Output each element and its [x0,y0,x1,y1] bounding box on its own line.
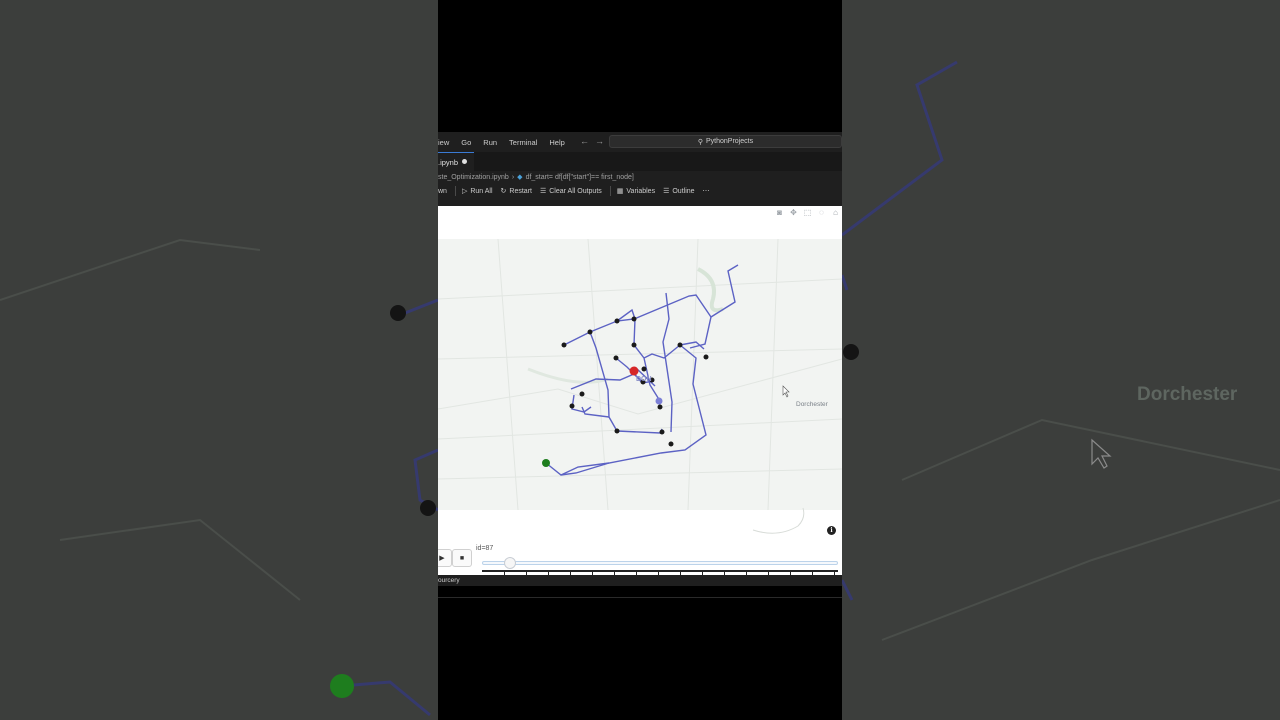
variables-icon: ▦ [616,188,624,195]
menu-item-terminal[interactable]: Terminal [509,138,537,147]
basemap-river [527,367,609,384]
bg-node-marker [420,500,436,516]
run-all-button[interactable]: ▷ Run All [461,187,493,196]
background-left-panel [0,0,438,720]
node-marker[interactable] [587,329,593,335]
more-actions-button[interactable]: ⋯ [703,187,710,195]
end-node-marker[interactable] [542,459,550,467]
editor-tab-bar: .ipynb [438,152,842,171]
command-center-search[interactable]: ⚲ PythonProjects [609,135,842,148]
bg-node-marker [390,305,406,321]
clear-outputs-button[interactable]: ☰ Clear All Outputs [539,187,602,196]
outline-icon: ☰ [663,188,670,195]
bg-place-label: Dorchester [1137,384,1238,405]
basemap-roads [438,238,842,511]
node-marker[interactable] [579,391,585,397]
back-arrow-icon[interactable]: ← [580,136,595,146]
menu-item-run[interactable]: Run [483,138,497,147]
menu-item-help[interactable]: Help [549,138,564,147]
cell-spacer [438,199,842,206]
node-marker[interactable] [614,428,620,434]
restart-button[interactable]: ↻ Restart [500,187,532,196]
node-marker[interactable] [569,403,575,409]
camera-icon[interactable]: ◙ [775,208,784,217]
breadcrumb-file[interactable]: ste_Optimization.ipynb [438,174,509,181]
forward-arrow-icon[interactable]: → [595,136,610,146]
breadcrumb-code[interactable]: df_start= df[df["start"]== first_node] [526,174,634,181]
toolbar-divider [609,186,611,196]
unsaved-dot-icon[interactable] [462,159,467,164]
node-marker[interactable] [703,354,709,360]
place-label: Dorchester [796,401,828,408]
bg-end-marker [330,674,354,698]
menu-bar: iew Go Run Terminal Help ←→ ⚲ PythonProj… [438,132,842,152]
node-marker[interactable] [641,366,647,372]
plot-modebar: ◙ ✥ ⬚ ◌ ⌂ [775,208,840,217]
slider-label: id=87 [476,545,494,552]
cursor-icon [782,385,790,398]
box-select-icon[interactable]: ⬚ [803,208,812,217]
node-marker[interactable] [614,318,620,324]
toolbar-truncated-item[interactable]: wn [438,188,447,195]
frame-slider[interactable] [482,561,838,565]
notebook-toolbar: wn ▷ Run All ↻ Restart ☰ Clear All Outputs … [438,183,842,199]
menu-item-go[interactable]: Go [461,138,471,147]
node-marker[interactable] [631,342,637,348]
breadcrumb: ste_Optimization.ipynb › ◆ df_start= df[… [438,171,842,183]
node-marker[interactable] [659,429,665,435]
status-item-sourcery[interactable]: ourcery [438,577,460,584]
search-icon: ⚲ [697,138,704,146]
python-icon: ◆ [517,174,523,181]
bg-node-marker [843,344,859,360]
pan-icon[interactable]: ✥ [789,208,798,217]
basemap-fragment [752,507,805,534]
city-label: DON [636,376,652,383]
background-map-left [0,238,438,717]
node-marker[interactable] [657,404,663,410]
menu-item-view[interactable]: iew [438,138,449,147]
chevron-right-icon: › [511,173,515,181]
map-canvas[interactable]: DON [438,238,842,511]
background-right-panel: Dorchester [842,0,1280,720]
restart-icon: ↻ [500,188,507,195]
status-bar: ourcery [438,575,842,586]
start-node-marker[interactable] [629,366,639,376]
current-node-marker[interactable] [655,397,663,405]
node-marker[interactable] [561,342,567,348]
outline-button[interactable]: ☰ Outline [663,187,694,196]
variables-button[interactable]: ▦ Variables [616,187,655,196]
lasso-icon[interactable]: ◌ [817,208,826,217]
run-all-icon: ▷ [461,188,468,195]
node-marker[interactable] [631,316,637,322]
node-marker[interactable] [668,441,674,447]
bg-cursor-icon [1091,438,1112,469]
background-map-right [842,60,1280,641]
screen-recording: iew Go Run Terminal Help ←→ ⚲ PythonProj… [438,0,842,720]
info-icon[interactable]: i [827,526,836,535]
stop-button[interactable]: ■ [452,549,472,567]
slider-handle[interactable] [504,557,517,569]
nav-arrows: ←→ [580,136,610,146]
search-text: PythonProjects [706,138,754,145]
reset-icon[interactable]: ⌂ [831,208,840,217]
status-divider [438,597,842,598]
play-button[interactable]: ▶ [438,549,452,567]
tab-label: .ipynb [438,157,459,167]
tab-notebook[interactable]: .ipynb [438,152,474,171]
node-marker[interactable] [677,342,683,348]
map-view[interactable]: DON Dorchester i [438,238,842,535]
plotly-output: ◙ ✥ ⬚ ◌ ⌂ DON Dorchester i ▶ ■ id=87 [438,206,842,575]
node-marker[interactable] [613,355,619,361]
toolbar-divider [454,186,456,196]
clear-icon: ☰ [539,188,547,195]
